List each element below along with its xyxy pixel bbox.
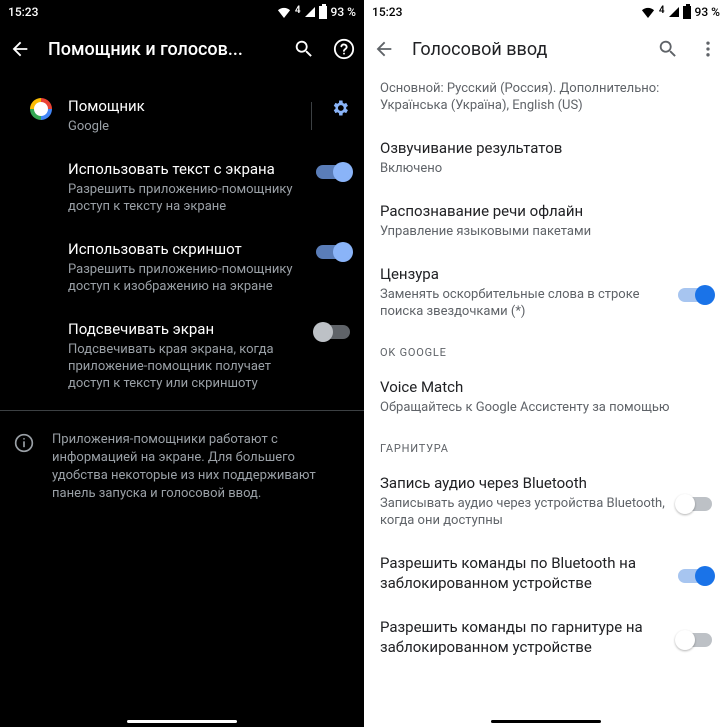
status-bar: 15:23 4 93 % (364, 0, 728, 24)
back-button[interactable] (8, 37, 32, 61)
divider-vertical (311, 102, 312, 130)
setting-subtitle: Обращайтесь к Google Ассистенту за помощ… (380, 399, 704, 416)
signal-icon (305, 7, 315, 17)
assistant-title: Помощник (68, 96, 305, 116)
setting-speech-output[interactable]: Озвучивание результатов Включено (364, 126, 728, 189)
toggle-bt-audio[interactable] (678, 497, 712, 511)
status-time: 15:23 (372, 5, 402, 19)
setting-subtitle: Разрешить приложению-помощнику доступ к … (68, 181, 306, 215)
setting-subtitle: Разрешить приложению-помощнику доступ к … (68, 261, 306, 295)
setting-use-screenshot[interactable]: Использовать скриншот Разрешить приложен… (0, 227, 364, 307)
page-title: Голосовой ввод (412, 39, 640, 60)
nav-handle[interactable] (491, 720, 601, 723)
info-text: Приложения-помощники работают с информац… (52, 431, 350, 503)
battery-icon (319, 6, 327, 19)
left-pane: 15:23 4 93 % Помощник и голосов... (0, 0, 364, 727)
toggle-use-screenshot[interactable] (316, 245, 350, 259)
toggle-headset-lockscreen[interactable] (678, 633, 712, 647)
wifi-icon (277, 7, 291, 18)
setting-title: Разрешить команды по гарнитуре на заблок… (380, 617, 670, 657)
setting-title: Разрешить команды по Bluetooth на заблок… (380, 553, 670, 593)
section-ok-google: OK GOOGLE (364, 332, 728, 365)
status-time: 15:23 (8, 5, 38, 19)
toggle-censorship[interactable] (678, 288, 712, 302)
app-bar: Голосовой ввод (364, 24, 728, 74)
signal-icon (669, 7, 679, 17)
battery-percent: 93 % (331, 5, 356, 19)
battery-icon (683, 6, 691, 19)
setting-censorship[interactable]: Цензура Заменять оскорбительные слова в … (364, 252, 728, 332)
network-label: 4 (295, 5, 301, 16)
assistant-row[interactable]: Помощник Google (0, 84, 364, 147)
help-button[interactable] (332, 37, 356, 61)
setting-subtitle: Подсвечивать края экрана, когда приложен… (68, 341, 306, 392)
setting-use-text[interactable]: Использовать текст с экрана Разрешить пр… (0, 147, 364, 227)
wifi-icon (641, 7, 655, 18)
setting-subtitle: Записывать аудио через устройства Blueto… (380, 495, 670, 529)
setting-title: Озвучивание результатов (380, 138, 704, 158)
setting-title: Использовать скриншот (68, 239, 306, 259)
setting-title: Voice Match (380, 377, 704, 397)
app-bar: Помощник и голосов... (0, 24, 364, 74)
search-button[interactable] (656, 37, 680, 61)
setting-flash-screen[interactable]: Подсвечивать экран Подсвечивать края экр… (0, 307, 364, 404)
section-headset: ГАРНИТУРА (364, 428, 728, 461)
setting-subtitle: Заменять оскорбительные слова в строке п… (380, 286, 670, 320)
setting-bt-audio[interactable]: Запись аудио через Bluetooth Записывать … (364, 461, 728, 541)
setting-title: Цензура (380, 264, 670, 284)
setting-bt-lockscreen[interactable]: Разрешить команды по Bluetooth на заблок… (364, 541, 728, 605)
search-button[interactable] (292, 37, 316, 61)
assistant-settings-button[interactable] (326, 96, 350, 118)
toggle-flash-screen[interactable] (316, 325, 350, 339)
setting-title: Распознавание речи офлайн (380, 201, 704, 221)
setting-voice-match[interactable]: Voice Match Обращайтесь к Google Ассисте… (364, 365, 728, 428)
toggle-bt-lockscreen[interactable] (678, 569, 712, 583)
setting-headset-lockscreen[interactable]: Разрешить команды по гарнитуре на заблок… (364, 605, 728, 669)
right-pane: 15:23 4 93 % Голосовой ввод (364, 0, 728, 727)
info-row: Приложения-помощники работают с информац… (0, 417, 364, 517)
toggle-use-text[interactable] (316, 165, 350, 179)
setting-subtitle: Включено (380, 160, 704, 177)
assistant-subtitle: Google (68, 118, 305, 135)
overflow-button[interactable] (696, 37, 720, 61)
nav-handle[interactable] (127, 720, 237, 723)
setting-title: Использовать текст с экрана (68, 159, 306, 179)
battery-percent: 93 % (695, 5, 720, 19)
network-label: 4 (659, 5, 665, 16)
page-title: Помощник и голосов... (48, 39, 276, 60)
language-row[interactable]: Основной: Русский (Россия). Дополнительн… (364, 74, 728, 126)
language-subtitle: Основной: Русский (Россия). Дополнительн… (380, 80, 704, 114)
info-icon (14, 433, 34, 453)
google-icon (30, 98, 52, 120)
setting-subtitle: Управление языковыми пакетами (380, 223, 704, 240)
setting-offline-recognition[interactable]: Распознавание речи офлайн Управление язы… (364, 189, 728, 252)
status-bar: 15:23 4 93 % (0, 0, 364, 24)
divider (0, 410, 364, 411)
setting-title: Подсвечивать экран (68, 319, 306, 339)
back-button[interactable] (372, 37, 396, 61)
setting-title: Запись аудио через Bluetooth (380, 473, 670, 493)
